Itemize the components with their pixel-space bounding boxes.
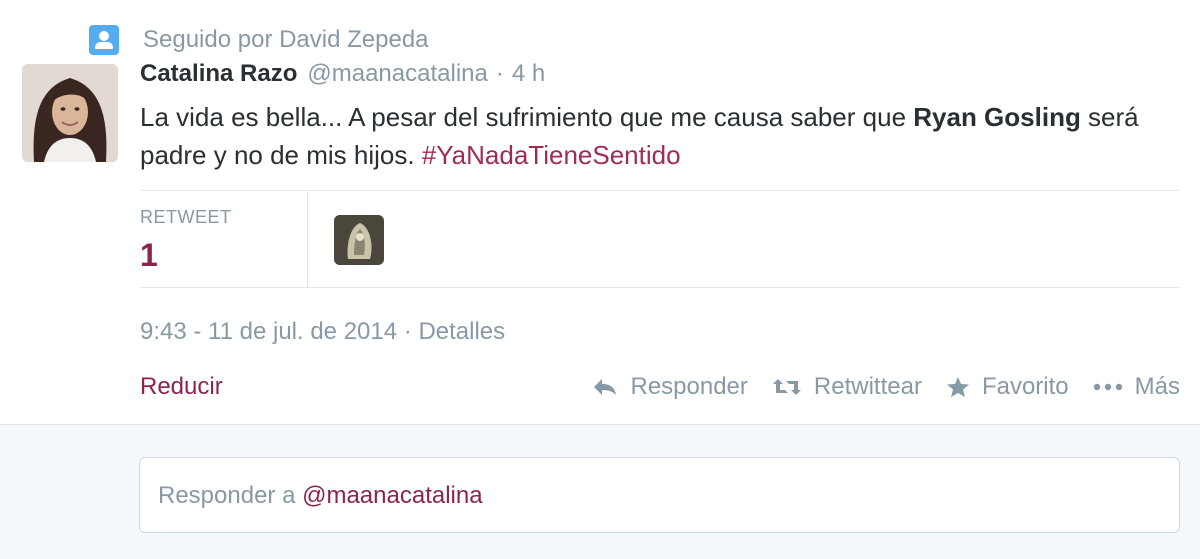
tweet-card: Seguido por David Zepeda Catalina Razo @… bbox=[0, 0, 1200, 424]
author-fullname[interactable]: Catalina Razo bbox=[140, 60, 297, 88]
retweet-button[interactable]: Retwittear bbox=[772, 373, 922, 401]
timestamp-separator: · bbox=[403, 318, 412, 345]
reply-input[interactable]: Responder a @maanacatalina bbox=[139, 457, 1180, 533]
collapse-link[interactable]: Reducir bbox=[140, 373, 223, 401]
reply-label: Responder bbox=[630, 373, 748, 400]
reply-area: Responder a @maanacatalina bbox=[0, 424, 1200, 559]
star-icon bbox=[946, 377, 969, 397]
tweet-timestamp: 9:43 - 11 de jul. de 2014 · Detalles bbox=[140, 318, 505, 346]
reply-placeholder: Responder a bbox=[158, 482, 303, 509]
details-link[interactable]: Detalles bbox=[418, 318, 505, 345]
retweet-stat-label: RETWEET bbox=[140, 207, 232, 227]
tweet-actions-row: Reducir Responder Retwittear Favorito Má… bbox=[140, 370, 1180, 404]
retweeter-avatar[interactable] bbox=[334, 215, 384, 265]
favorite-button[interactable]: Favorito bbox=[946, 373, 1069, 401]
user-follow-icon bbox=[89, 25, 119, 55]
reply-icon bbox=[594, 379, 617, 395]
retweet-icon bbox=[772, 379, 801, 395]
context-text: Seguido por David Zepeda bbox=[143, 26, 429, 53]
tweet-context: Seguido por David Zepeda bbox=[89, 24, 429, 56]
retweet-label: Retwittear bbox=[813, 373, 922, 400]
more-dots-icon bbox=[1093, 383, 1122, 391]
retweet-stat-value: 1 bbox=[140, 237, 158, 273]
tweet-text-part1: La vida es bella... A pesar del sufrimie… bbox=[140, 102, 914, 132]
more-label: Más bbox=[1134, 373, 1180, 400]
reply-mention: @maanacatalina bbox=[302, 482, 483, 509]
header-separator: · bbox=[495, 60, 504, 87]
hashtag-link[interactable]: #YaNadaTieneSentido bbox=[422, 140, 681, 170]
tweet-actions: Responder Retwittear Favorito Más bbox=[568, 370, 1180, 404]
more-button[interactable]: Más bbox=[1093, 373, 1180, 401]
tweet-time[interactable]: 4 h bbox=[512, 60, 545, 88]
author-username[interactable]: @maanacatalina bbox=[307, 60, 487, 88]
favorite-label: Favorito bbox=[981, 373, 1069, 400]
reply-button[interactable]: Responder bbox=[592, 373, 748, 401]
tweet-header: Catalina Razo @maanacatalina · 4 h bbox=[140, 60, 545, 96]
avatar[interactable] bbox=[22, 64, 118, 162]
tweet-stats: RETWEET 1 bbox=[140, 190, 1180, 288]
tweet-text: La vida es bella... A pesar del sufrimie… bbox=[140, 98, 1140, 174]
tweet-text-bold: Ryan Gosling bbox=[913, 102, 1081, 132]
timestamp-date: 9:43 - 11 de jul. de 2014 bbox=[140, 318, 398, 345]
retweet-stat[interactable]: RETWEET 1 bbox=[140, 191, 308, 287]
